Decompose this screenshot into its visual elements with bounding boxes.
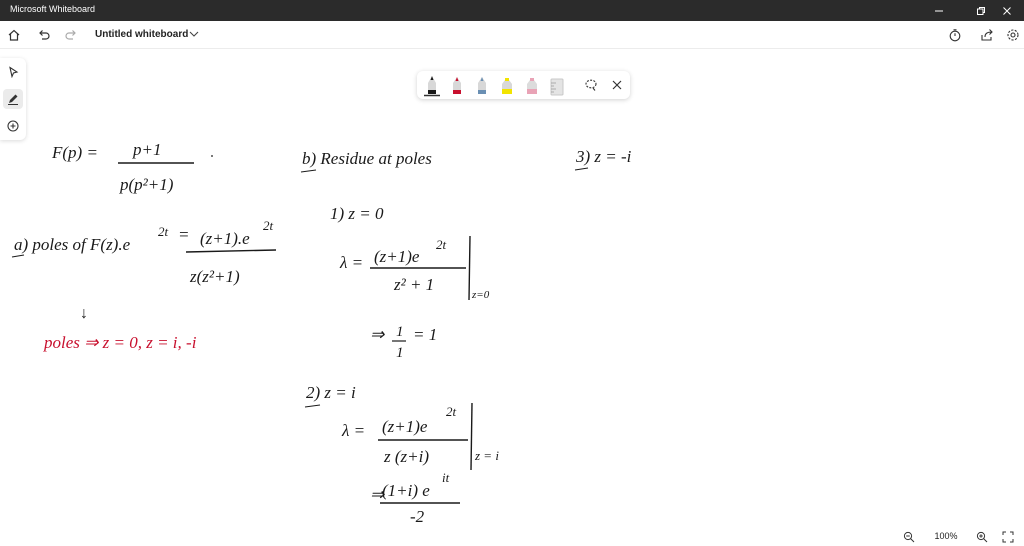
poles-arrow: ↓: [80, 305, 88, 322]
part-a-exponent: 2t: [158, 224, 169, 239]
close-icon: [1003, 6, 1011, 15]
settings-icon: [1007, 29, 1019, 41]
lasso-select-button[interactable]: [581, 75, 601, 95]
redo-icon: [65, 30, 76, 40]
black-pen-button[interactable]: [422, 74, 442, 97]
f-lhs: F(p) =: [51, 143, 98, 162]
residue-1-eval-bar: [468, 235, 471, 301]
ink-dot: [211, 155, 213, 157]
residue-1-arrow: ⇒: [370, 325, 385, 344]
f-denominator: p(p²+1): [119, 175, 174, 194]
ruler-button[interactable]: [547, 74, 567, 97]
fit-to-screen-icon: [1002, 531, 1014, 543]
red-pen-button[interactable]: [447, 74, 467, 97]
residue-1-denominator: z² + 1: [393, 275, 434, 294]
residue-1-numerator: (z+1)e: [374, 247, 420, 266]
yellow-highlighter-icon: [502, 78, 512, 94]
title-menu-button[interactable]: [188, 26, 200, 42]
part-b-heading: b) Residue at poles: [302, 149, 432, 168]
lasso-icon: [585, 79, 597, 91]
residue-1-num-exponent: 2t: [436, 237, 447, 252]
zoom-in-button[interactable]: [973, 528, 991, 546]
yellow-highlighter-button[interactable]: [497, 74, 517, 97]
close-tray-button[interactable]: [607, 75, 627, 95]
chevron-down-icon: [189, 31, 199, 37]
title-bar: Microsoft Whiteboard: [0, 0, 1024, 21]
case-2-label: 2) z = i: [306, 383, 356, 402]
restore-icon: [977, 6, 985, 15]
red-pen-icon: [453, 77, 461, 94]
underline-a: [11, 254, 25, 258]
timer-icon: [949, 29, 961, 42]
black-pen-icon: [424, 76, 440, 97]
window-title: Microsoft Whiteboard: [10, 4, 96, 14]
residue-1-lhs: λ =: [339, 253, 363, 272]
part-a-label: a) poles of F(z).e: [14, 235, 131, 254]
fit-to-screen-button[interactable]: [999, 528, 1017, 546]
case-1-label: 1) z = 0: [330, 204, 384, 223]
undo-button[interactable]: [34, 25, 54, 45]
residue-2-eval-bar: [470, 402, 473, 471]
residue-1-result: = 1: [413, 325, 437, 344]
minimize-icon: [935, 10, 943, 11]
zoom-out-icon: [903, 531, 915, 543]
part-a-equals: =: [178, 225, 189, 244]
home-button[interactable]: [4, 25, 24, 45]
residue-1-result-den: 1: [396, 345, 404, 361]
part-a-fraction-bar: [185, 249, 277, 253]
zoom-level[interactable]: 100%: [932, 531, 960, 541]
residue-2-num-exponent: 2t: [446, 404, 457, 419]
close-icon: [612, 80, 622, 90]
residue-2-eval-point: z = i: [474, 448, 499, 463]
pink-highlighter-button[interactable]: [522, 74, 542, 97]
settings-button[interactable]: [1003, 25, 1023, 45]
document-title[interactable]: Untitled whiteboard: [95, 29, 188, 40]
part-a-numerator: (z+1).e: [200, 229, 250, 248]
undo-icon: [39, 30, 50, 40]
whiteboard-canvas[interactable]: F(p) = p+1 p(p²+1) b) Residue at poles 3…: [0, 48, 1024, 526]
pen-tray: [417, 71, 630, 99]
poles-result: poles ⇒ z = 0, z = i, -i: [43, 333, 197, 352]
blue-pen-button[interactable]: [472, 74, 492, 97]
residue-2-lhs: λ =: [341, 421, 365, 440]
redo-button[interactable]: [61, 25, 81, 45]
residue-1-result-num: 1: [396, 324, 404, 340]
residue-2-denominator: z (z+i): [383, 447, 429, 466]
app-toolbar: Untitled whiteboard: [0, 21, 1024, 49]
timer-button[interactable]: [945, 25, 965, 45]
residue-2-result-num: (1+i) e: [382, 481, 430, 500]
residue-2-result-exponent: it: [442, 470, 450, 485]
underline-b: [300, 169, 317, 173]
f-numerator: p+1: [132, 140, 161, 159]
share-icon: [981, 29, 993, 41]
residue-2-numerator: (z+1)e: [382, 417, 428, 436]
ruler-icon: [550, 78, 564, 96]
residue-2-result-den: -2: [410, 507, 425, 526]
pole-3-label: 3) z = -i: [575, 147, 632, 166]
zoom-controls: 100%: [896, 527, 1024, 546]
blue-pen-icon: [478, 77, 486, 94]
underline-3: [574, 167, 589, 171]
part-a-denominator: z(z²+1): [189, 267, 240, 286]
pink-highlighter-icon: [527, 78, 537, 94]
residue-1-eval-point: z=0: [471, 289, 490, 301]
minimize-button[interactable]: [922, 0, 956, 21]
part-a-num-exponent: 2t: [263, 218, 274, 233]
share-button[interactable]: [977, 25, 997, 45]
underline-case-2: [304, 404, 321, 408]
close-window-button[interactable]: [990, 0, 1024, 21]
zoom-in-icon: [976, 531, 988, 543]
zoom-out-button[interactable]: [900, 528, 918, 546]
home-icon: [8, 29, 20, 41]
